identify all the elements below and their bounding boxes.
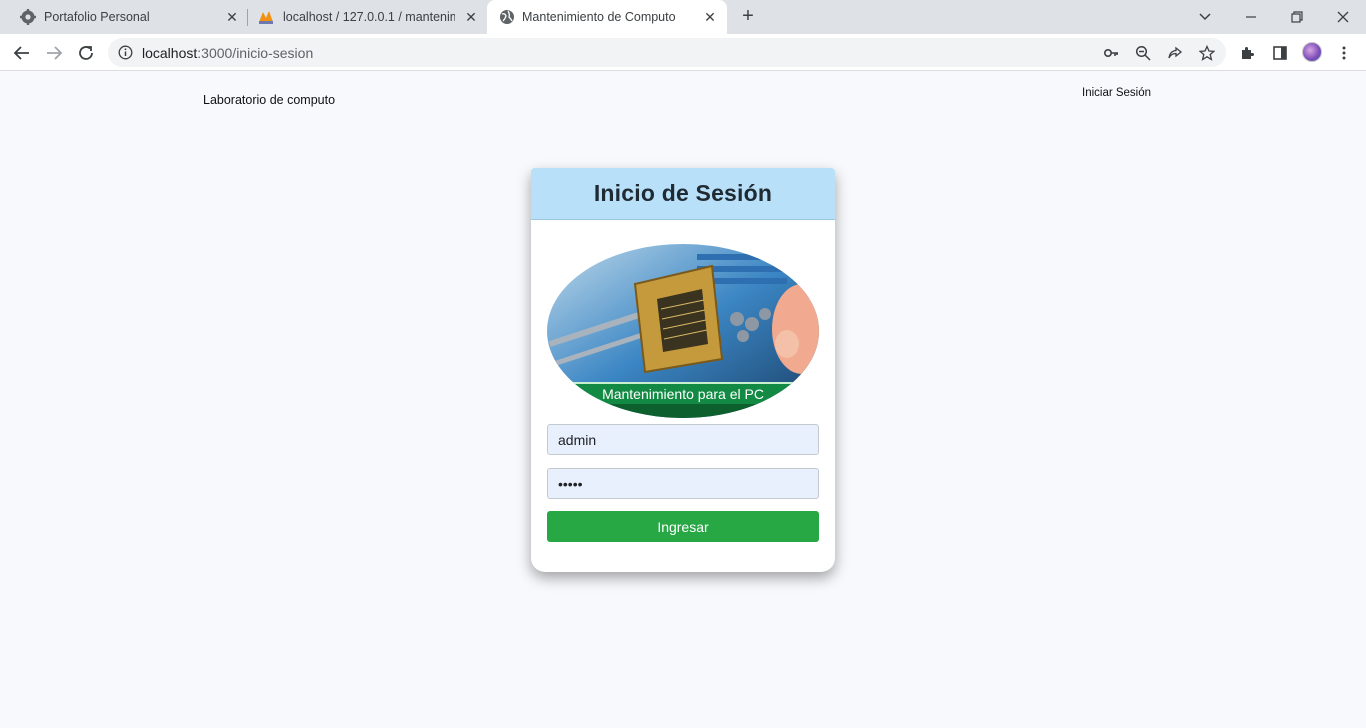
tab-strip: Portafolio Personal ✕ localhost / 127.0.…	[0, 0, 1366, 34]
browser-toolbar: localhost:3000/inicio-sesion	[0, 34, 1366, 71]
tab-phpmyadmin[interactable]: localhost / 127.0.0.1 / mantenimi ✕	[248, 0, 486, 34]
key-icon[interactable]	[1102, 44, 1120, 62]
page: Laboratorio de computo Iniciar Sesión In…	[0, 72, 1366, 728]
reload-icon[interactable]	[74, 41, 98, 65]
url-text[interactable]: localhost:3000/inicio-sesion	[142, 45, 313, 61]
close-tab-icon[interactable]: ✕	[223, 8, 241, 26]
tab-title: Mantenimiento de Computo	[522, 10, 676, 24]
nav-login-link[interactable]: Iniciar Sesión	[1082, 87, 1151, 99]
forward-icon[interactable]	[42, 41, 66, 65]
extensions-icon[interactable]	[1238, 43, 1258, 63]
globe-icon	[500, 10, 514, 24]
tab-title: localhost / 127.0.0.1 / mantenimi	[283, 10, 455, 24]
close-tab-icon[interactable]: ✕	[462, 8, 480, 26]
info-icon[interactable]	[118, 45, 133, 60]
gear-icon	[20, 9, 36, 25]
login-card: Inicio de Sesión Mantenimiento para el P…	[531, 168, 835, 572]
tab-mantenimiento[interactable]: Mantenimiento de Computo ✕	[487, 0, 727, 34]
login-title: Inicio de Sesión	[593, 180, 773, 206]
close-window-icon[interactable]	[1331, 5, 1355, 29]
url-path: :3000/inicio-sesion	[197, 45, 314, 61]
restore-icon[interactable]	[1285, 5, 1309, 29]
profile-avatar[interactable]	[1302, 42, 1322, 62]
username-field[interactable]	[547, 424, 819, 455]
menu-kebab-icon[interactable]	[1334, 43, 1354, 63]
back-icon[interactable]	[10, 41, 34, 65]
new-tab-icon[interactable]: +	[738, 6, 758, 27]
close-tab-icon[interactable]: ✕	[701, 8, 719, 26]
password-field[interactable]	[547, 468, 819, 499]
share-icon[interactable]	[1166, 44, 1184, 62]
phpmyadmin-icon	[259, 11, 273, 24]
side-panel-icon[interactable]	[1270, 43, 1290, 63]
url-host: localhost	[142, 45, 198, 61]
tab-search-icon[interactable]	[1193, 5, 1217, 29]
address-bar[interactable]: localhost:3000/inicio-sesion	[108, 38, 1226, 67]
zoom-out-icon[interactable]	[1134, 44, 1152, 62]
login-card-header: Inicio de Sesión	[531, 168, 835, 220]
navbar-brand[interactable]: Laboratorio de computo	[203, 93, 335, 107]
tab-title: Portafolio Personal	[44, 10, 150, 24]
bookmark-star-icon[interactable]	[1198, 44, 1216, 62]
tab-portafolio[interactable]: Portafolio Personal ✕	[0, 0, 246, 34]
image-caption: Mantenimiento para el PC	[602, 386, 764, 402]
minimize-icon[interactable]	[1239, 5, 1263, 29]
pc-maintenance-image: Mantenimiento para el PC	[547, 244, 819, 418]
ingresar-button[interactable]: Ingresar	[547, 511, 819, 542]
